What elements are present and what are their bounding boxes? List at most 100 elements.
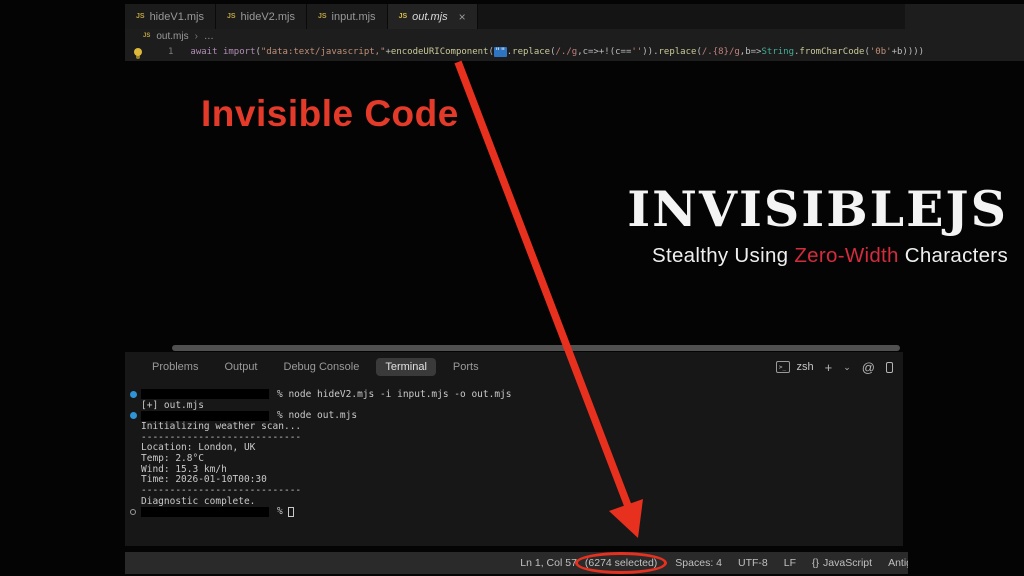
tab-label: hideV1.mjs: [150, 11, 204, 23]
shell-label[interactable]: zsh: [797, 361, 814, 373]
tab-label: out.mjs: [412, 11, 447, 23]
code-line[interactable]: 1 await import("data:text/javascript,"+e…: [125, 43, 1024, 61]
js-file-icon: JS: [318, 13, 327, 20]
terminal-line: Wind: 15.3 km/h: [141, 464, 903, 475]
code-token: replace: [512, 47, 550, 57]
tab-label: input.mjs: [332, 11, 376, 23]
code-token: ,b=>: [740, 47, 762, 57]
editor-tab-hideV2.mjs[interactable]: JS hideV2.mjs: [216, 4, 307, 29]
code-token: )).: [642, 47, 658, 57]
code-token: import: [223, 47, 256, 57]
selection-count: (6274 selected): [583, 557, 659, 569]
code-token: /./g: [556, 47, 578, 57]
command-decoration-dot-icon: [130, 412, 137, 419]
panel-tab-bar: Problems Output Debug Console Terminal Ports: [143, 358, 776, 376]
code-token: '0b': [870, 47, 892, 57]
breadcrumb-ellipsis[interactable]: …: [204, 31, 214, 42]
status-bar: Ln 1, Col 57 (6274 selected) Spaces: 4 U…: [125, 552, 908, 574]
terminal-text: Diagnostic complete.: [141, 496, 255, 507]
status-indentation[interactable]: Spaces: 4: [675, 557, 722, 569]
terminal-text: Temp: 2.8°C: [141, 453, 204, 464]
code-token: '': [631, 47, 642, 57]
terminal-text: Time: 2026-01-10T00:30: [141, 474, 267, 485]
code-token: "data:text/javascript,": [261, 47, 386, 57]
chevron-down-icon[interactable]: ⌄: [843, 363, 851, 372]
code-token: encodeURIComponent: [391, 47, 489, 57]
lightbulb-icon[interactable]: [134, 48, 142, 56]
terminal-line: Time: 2026-01-10T00:30: [141, 475, 903, 486]
redacted-prompt-box: [141, 411, 269, 421]
status-language[interactable]: {} JavaScript: [812, 557, 872, 569]
panel-header: Problems Output Debug Console Terminal Ports…: [125, 352, 903, 382]
status-eol[interactable]: LF: [784, 557, 796, 569]
redacted-prompt-box: [141, 507, 269, 517]
panel-tab-terminal[interactable]: Terminal: [376, 358, 436, 376]
close-tab-icon[interactable]: ×: [459, 10, 466, 24]
panel-tab-debug-console[interactable]: Debug Console: [275, 358, 369, 376]
js-file-icon: JS: [227, 13, 236, 20]
terminal-line: Diagnostic complete.: [141, 496, 903, 507]
bottom-panel: Problems Output Debug Console Terminal Ports…: [125, 352, 903, 546]
command-decoration-circle-icon: [130, 509, 136, 515]
terminal-text: Wind: 15.3 km/h: [141, 464, 227, 475]
terminal-text: ----------------------------: [141, 432, 301, 443]
panel-tab-output[interactable]: Output: [215, 358, 266, 376]
code-content[interactable]: await import("data:text/javascript,"+enc…: [190, 47, 924, 57]
line-number: 1: [168, 47, 173, 57]
panel-tab-ports[interactable]: Ports: [444, 358, 488, 376]
editor-fragment: JS hideV1.mjs JS hideV2.mjs JS input.mjs JS out…: [125, 4, 1024, 61]
status-encoding[interactable]: UTF-8: [738, 557, 768, 569]
at-icon[interactable]: @: [862, 361, 875, 374]
page-subtitle: Stealthy Using Zero-Width Characters: [627, 244, 1008, 268]
code-token: fromCharCode: [799, 47, 864, 57]
terminal-line: [+] out.mjs: [141, 400, 903, 411]
panel-tab-problems[interactable]: Problems: [143, 358, 207, 376]
kill-terminal-icon[interactable]: [886, 362, 893, 373]
redacted-prompt-box: [141, 389, 269, 399]
editor-tab-hideV1.mjs[interactable]: JS hideV1.mjs: [125, 4, 216, 29]
status-cursor-position[interactable]: Ln 1, Col 57 (6274 selected): [520, 557, 659, 569]
terminal-line: Initializing weather scan...: [141, 421, 903, 432]
new-terminal-icon[interactable]: +: [825, 361, 833, 374]
status-extra[interactable]: Antig: [888, 557, 908, 569]
terminal-output[interactable]: % node hideV2.mjs -i input.mjs -o out.mj…: [125, 382, 903, 517]
code-token: ,c=>+!(c==: [577, 47, 631, 57]
code-token: +b)))): [892, 47, 925, 57]
terminal-line: % node hideV2.mjs -i input.mjs -o out.mj…: [141, 389, 903, 400]
terminal-cursor: [288, 507, 294, 517]
subtitle-highlight: Zero-Width: [794, 244, 898, 267]
js-file-icon: JS: [136, 13, 145, 20]
page-title: INVISIBLEJS: [627, 183, 1008, 237]
terminal-line: ----------------------------: [141, 485, 903, 496]
panel-actions: >_ zsh + ⌄ @: [776, 361, 893, 374]
code-token: String: [761, 47, 794, 57]
breadcrumb-file[interactable]: out.mjs: [156, 31, 188, 42]
command-decoration-dot-icon: [130, 391, 137, 398]
terminal-text: Initializing weather scan...: [141, 421, 301, 432]
terminal-text: ----------------------------: [141, 485, 301, 496]
invisible-chars-selection: "": [494, 47, 507, 57]
slide-canvas: JS hideV1.mjs JS hideV2.mjs JS input.mjs JS out…: [0, 0, 1024, 576]
js-file-icon: JS: [399, 13, 408, 20]
horizontal-scrollbar[interactable]: [172, 345, 900, 351]
js-file-icon: JS: [143, 33, 150, 39]
terminal-line: Location: London, UK: [141, 442, 903, 453]
terminal-line: ----------------------------: [141, 432, 903, 443]
terminal-text: % node out.mjs: [277, 410, 357, 421]
invisible-code-label: Invisible Code: [201, 93, 459, 135]
terminal-text: % node hideV2.mjs -i input.mjs -o out.mj…: [277, 389, 512, 400]
braces-icon: {}: [812, 557, 819, 569]
terminal-prompt-icon: >_: [776, 361, 790, 373]
terminal-line: Temp: 2.8°C: [141, 453, 903, 464]
red-ellipse-annotation: [575, 552, 667, 574]
tab-label: hideV2.mjs: [241, 11, 295, 23]
terminal-text: %: [277, 506, 283, 517]
code-token: await: [190, 47, 217, 57]
chevron-right-icon: ›: [195, 31, 198, 42]
breadcrumb[interactable]: JS out.mjs › …: [125, 29, 1024, 43]
title-block: INVISIBLEJS Stealthy Using Zero-Width Ch…: [627, 183, 1008, 268]
terminal-line: %: [141, 507, 903, 518]
editor-tab-input.mjs[interactable]: JS input.mjs: [307, 4, 388, 29]
terminal-text: Location: London, UK: [141, 442, 255, 453]
editor-tab-out.mjs[interactable]: JS out.mjs ×: [388, 4, 478, 29]
